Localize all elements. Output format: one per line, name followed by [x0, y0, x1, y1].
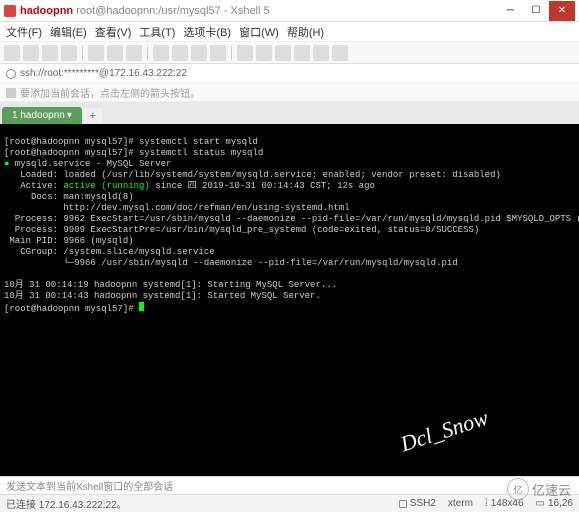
- search-icon[interactable]: [126, 45, 142, 61]
- misc2-icon[interactable]: [275, 45, 291, 61]
- tab-bar: 1 hadoopnn ▾ +: [0, 102, 579, 124]
- toolbar-separator: [147, 46, 148, 60]
- app-icon: [4, 5, 16, 17]
- paste-icon[interactable]: [107, 45, 123, 61]
- term-line: 10月 31 00:14:43 hadoopnn systemd[1]: Sta…: [4, 291, 321, 301]
- term-line: └─9966 /usr/sbin/mysqld --daemonize --pi…: [4, 258, 458, 268]
- misc4-icon[interactable]: [313, 45, 329, 61]
- close-button[interactable]: ✕: [549, 1, 575, 21]
- menu-view[interactable]: 查看(V): [95, 24, 132, 40]
- misc-icon[interactable]: [256, 45, 272, 61]
- broadcast-input[interactable]: 发送文本到当前Xshell窗口的全部会话: [0, 476, 579, 494]
- address-text: ssh://root:*********@172.16.43.222:22: [20, 68, 187, 79]
- menu-help[interactable]: 帮助(H): [287, 24, 324, 40]
- brand-icon: 亿: [507, 478, 529, 500]
- new-icon[interactable]: [4, 45, 20, 61]
- broadcast-placeholder: 发送文本到当前Xshell窗口的全部会话: [6, 478, 173, 493]
- copy-icon[interactable]: [88, 45, 104, 61]
- reconnect-icon[interactable]: [42, 45, 58, 61]
- status-bar: 已连接 172.16.43.222:22。 SSH2 xterm ⁞ 148x4…: [0, 494, 579, 512]
- hint-bar: 要添加当前会话，点击左侧的箭头按钮。: [0, 84, 579, 102]
- menu-file[interactable]: 文件(F): [6, 24, 42, 40]
- brand-text: 亿速云: [532, 480, 571, 499]
- toolbar: [0, 42, 579, 64]
- maximize-button[interactable]: ☐: [523, 1, 549, 21]
- toolbar-separator: [231, 46, 232, 60]
- fullscreen-icon[interactable]: [210, 45, 226, 61]
- tab-label: 1 hadoopnn: [12, 110, 65, 121]
- hint-icon: [6, 88, 16, 98]
- status-term: xterm: [448, 498, 473, 509]
- font-icon[interactable]: [191, 45, 207, 61]
- status-connection: 已连接 172.16.43.222:22。: [6, 496, 387, 511]
- term-line: Process: 9909 ExecStartPre=/usr/bin/mysq…: [4, 225, 479, 235]
- window-title: hadoopnn root@hadoopnn:/usr/mysql57 - Xs…: [20, 5, 497, 17]
- term-line: Active:: [4, 181, 63, 191]
- term-line: mysqld.service - MySQL Server: [9, 159, 171, 169]
- menu-edit[interactable]: 编辑(E): [50, 24, 87, 40]
- open-icon[interactable]: [23, 45, 39, 61]
- term-line: http://dev.mysql.com/doc/refman/en/using…: [4, 203, 350, 213]
- session-tab[interactable]: 1 hadoopnn ▾: [2, 107, 82, 124]
- menu-window[interactable]: 窗口(W): [239, 24, 279, 40]
- color-icon[interactable]: [172, 45, 188, 61]
- term-line: [root@hadoopnn mysql57]# systemctl statu…: [4, 148, 263, 158]
- globe-icon: [6, 69, 16, 79]
- props-icon[interactable]: [153, 45, 169, 61]
- brand-logo: 亿 亿速云: [507, 478, 571, 500]
- status-ssh: SSH2: [399, 498, 436, 509]
- term-line: Docs: man:mysqld(8): [4, 192, 134, 202]
- misc3-icon[interactable]: [294, 45, 310, 61]
- transfer-icon[interactable]: [237, 45, 253, 61]
- titlebar: hadoopnn root@hadoopnn:/usr/mysql57 - Xs…: [0, 0, 579, 22]
- disconnect-icon[interactable]: [61, 45, 77, 61]
- session-path: root@hadoopnn:/usr/mysql57 - Xshell 5: [76, 5, 269, 17]
- active-status: active (running): [63, 181, 149, 191]
- minimize-button[interactable]: ─: [497, 1, 523, 21]
- term-prompt: [root@hadoopnn mysql57]#: [4, 304, 139, 314]
- tab-dropdown-icon[interactable]: ▾: [67, 110, 72, 121]
- term-line: since 四 2019-10-31 00:14:43 CST; 12s ago: [150, 181, 375, 191]
- lock-icon: [399, 500, 407, 508]
- term-line: [root@hadoopnn mysql57]# systemctl start…: [4, 137, 258, 147]
- watermark: Dcl_Snow: [399, 411, 488, 449]
- hint-text: 要添加当前会话，点击左侧的箭头按钮。: [20, 85, 200, 100]
- cursor: [139, 302, 144, 311]
- term-line: Loaded: loaded (/usr/lib/systemd/system/…: [4, 170, 501, 180]
- session-name: hadoopnn: [20, 5, 73, 17]
- window-controls: ─ ☐ ✕: [497, 1, 575, 21]
- toolbar-separator: [82, 46, 83, 60]
- address-bar[interactable]: ssh://root:*********@172.16.43.222:22: [0, 64, 579, 84]
- misc5-icon[interactable]: [332, 45, 348, 61]
- term-line: 10月 31 00:14:19 hadoopnn systemd[1]: Sta…: [4, 280, 337, 290]
- terminal[interactable]: [root@hadoopnn mysql57]# systemctl start…: [0, 124, 579, 476]
- add-tab-button[interactable]: +: [84, 108, 102, 124]
- term-line: Process: 9962 ExecStart=/usr/sbin/mysqld…: [4, 214, 579, 224]
- menubar: 文件(F) 编辑(E) 查看(V) 工具(T) 选项卡(B) 窗口(W) 帮助(…: [0, 22, 579, 42]
- menu-tools[interactable]: 工具(T): [139, 24, 175, 40]
- menu-tab[interactable]: 选项卡(B): [183, 24, 231, 40]
- term-line: Main PID: 9966 (mysqld): [4, 236, 134, 246]
- term-line: CGroup: /system.slice/mysqld.service: [4, 247, 215, 257]
